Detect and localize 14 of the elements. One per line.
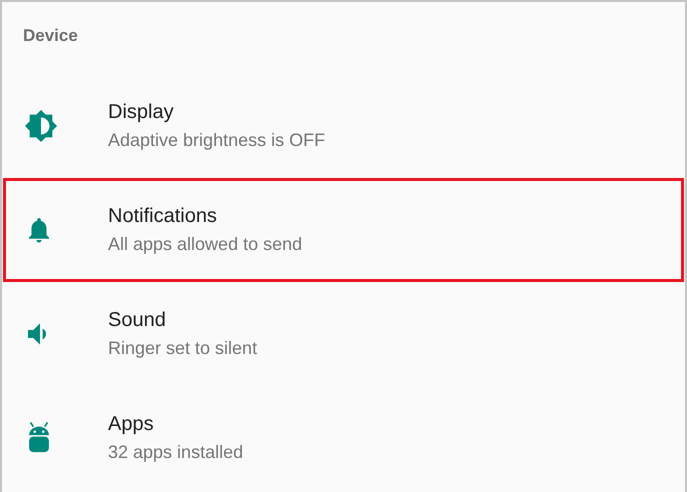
settings-item[interactable]: Sound Ringer set to silent bbox=[3, 282, 684, 386]
item-title: Notifications bbox=[108, 205, 218, 228]
item-title: Display bbox=[108, 101, 175, 124]
settings-item[interactable]: Apps 32 apps installed bbox=[3, 386, 684, 490]
item-subtitle: Ringer set to silent bbox=[108, 338, 258, 359]
section-title: Device bbox=[23, 26, 78, 46]
item-title: Apps bbox=[108, 413, 155, 436]
settings-item[interactable]: Display Adaptive brightness is OFF bbox=[3, 74, 684, 178]
brightness-icon bbox=[24, 109, 58, 143]
item-subtitle: 32 apps installed bbox=[108, 442, 244, 463]
highlighted-settings-item[interactable]: Notifications All apps allowed to send bbox=[3, 178, 684, 282]
item-subtitle: All apps allowed to send bbox=[108, 234, 302, 255]
item-title: Sound bbox=[108, 309, 167, 332]
item-subtitle: Adaptive brightness is OFF bbox=[108, 130, 326, 151]
